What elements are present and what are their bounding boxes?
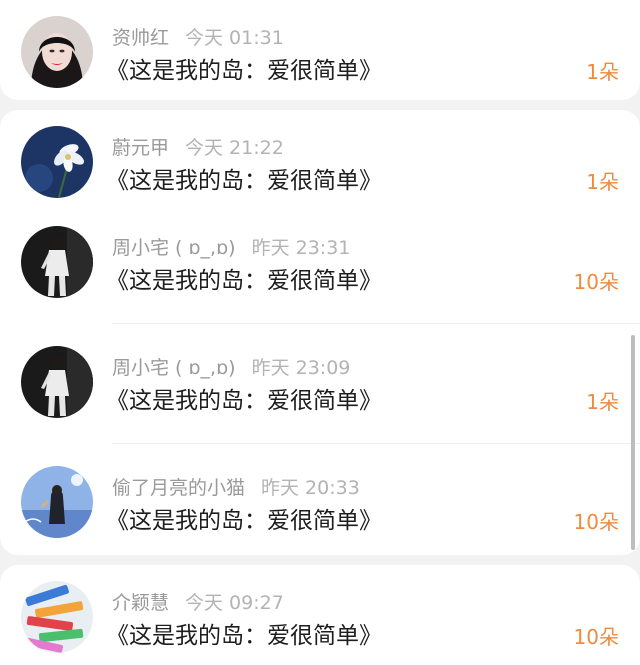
- flower-count: 1朵: [586, 170, 619, 194]
- username[interactable]: 资帅红: [112, 27, 169, 49]
- gift-message: 《这是我的岛：爱很简单》: [106, 58, 382, 84]
- timestamp: 昨天 23:31: [251, 237, 351, 259]
- timestamp: 昨天 20:33: [261, 477, 360, 499]
- avatar[interactable]: [21, 126, 93, 198]
- avatar[interactable]: [21, 581, 93, 653]
- gift-card: 介颖慧 今天 09:27 《这是我的岛：爱很简单》 10朵: [0, 565, 640, 665]
- gift-message: 《这是我的岛：爱很简单》: [106, 268, 382, 294]
- gift-row[interactable]: 介颖慧 今天 09:27 《这是我的岛：爱很简单》 10朵: [0, 565, 640, 665]
- username[interactable]: 蔚元甲: [112, 137, 169, 159]
- gift-card: 资帅红 今天 01:31 《这是我的岛：爱很简单》 1朵: [0, 0, 640, 100]
- divider: [112, 443, 640, 444]
- gift-meta: 介颖慧 今天 09:27: [112, 589, 284, 617]
- gift-meta: 偷了月亮的小猫 昨天 20:33: [112, 474, 360, 502]
- gift-record-list: 资帅红 今天 01:31 《这是我的岛：爱很简单》 1朵 蔚元甲 今天 21:2…: [0, 0, 640, 665]
- username[interactable]: 介颖慧: [112, 592, 169, 614]
- timestamp: 今天 21:22: [185, 137, 284, 159]
- gift-message: 《这是我的岛：爱很简单》: [106, 623, 382, 649]
- username[interactable]: 偷了月亮的小猫: [112, 477, 245, 499]
- person-white-outfit-avatar-icon: [21, 226, 93, 298]
- gift-meta: 资帅红 今天 01:31: [112, 24, 284, 52]
- gift-row[interactable]: 资帅红 今天 01:31 《这是我的岛：爱很简单》 1朵: [0, 0, 640, 100]
- avatar[interactable]: [21, 226, 93, 298]
- gift-meta: 周小宅 ( ɒ_,ɒ) 昨天 23:09: [112, 354, 350, 382]
- gift-message: 《这是我的岛：爱很简单》: [106, 388, 382, 414]
- gift-row[interactable]: 偷了月亮的小猫 昨天 20:33 《这是我的岛：爱很简单》 10朵: [0, 450, 640, 550]
- woman-portrait-avatar-icon: [21, 16, 93, 88]
- timestamp: 昨天 23:09: [251, 357, 351, 379]
- flower-count: 10朵: [573, 625, 619, 649]
- gift-meta: 周小宅 ( ɒ_,ɒ) 昨天 23:31: [112, 234, 350, 262]
- girl-blue-sky-avatar-icon: [21, 466, 93, 538]
- scrollbar[interactable]: [631, 335, 635, 550]
- gift-row[interactable]: 蔚元甲 今天 21:22 《这是我的岛：爱很简单》 1朵: [0, 110, 640, 210]
- flower-count: 10朵: [573, 510, 619, 534]
- colored-pencils-avatar-icon: [21, 581, 93, 653]
- avatar[interactable]: [21, 346, 93, 418]
- flower-count: 1朵: [586, 60, 619, 84]
- username[interactable]: 周小宅 ( ɒ_,ɒ): [112, 357, 236, 379]
- avatar[interactable]: [21, 466, 93, 538]
- gift-row[interactable]: 周小宅 ( ɒ_,ɒ) 昨天 23:09 《这是我的岛：爱很简单》 1朵: [0, 330, 640, 430]
- username[interactable]: 周小宅 ( ɒ_,ɒ): [112, 237, 236, 259]
- flower-count: 10朵: [573, 270, 619, 294]
- gift-message: 《这是我的岛：爱很简单》: [106, 508, 382, 534]
- timestamp: 今天 09:27: [185, 592, 284, 614]
- person-white-outfit-avatar-icon: [21, 346, 93, 418]
- gift-meta: 蔚元甲 今天 21:22: [112, 134, 284, 162]
- flower-count: 1朵: [586, 390, 619, 414]
- white-flower-avatar-icon: [21, 126, 93, 198]
- gift-message: 《这是我的岛：爱很简单》: [106, 168, 382, 194]
- avatar[interactable]: [21, 16, 93, 88]
- timestamp: 今天 01:31: [185, 27, 284, 49]
- gift-row[interactable]: 周小宅 ( ɒ_,ɒ) 昨天 23:31 《这是我的岛：爱很简单》 10朵: [0, 210, 640, 310]
- gift-card: 蔚元甲 今天 21:22 《这是我的岛：爱很简单》 1朵 周小宅 ( ɒ_,ɒ) 昨…: [0, 110, 640, 555]
- divider: [112, 323, 640, 324]
